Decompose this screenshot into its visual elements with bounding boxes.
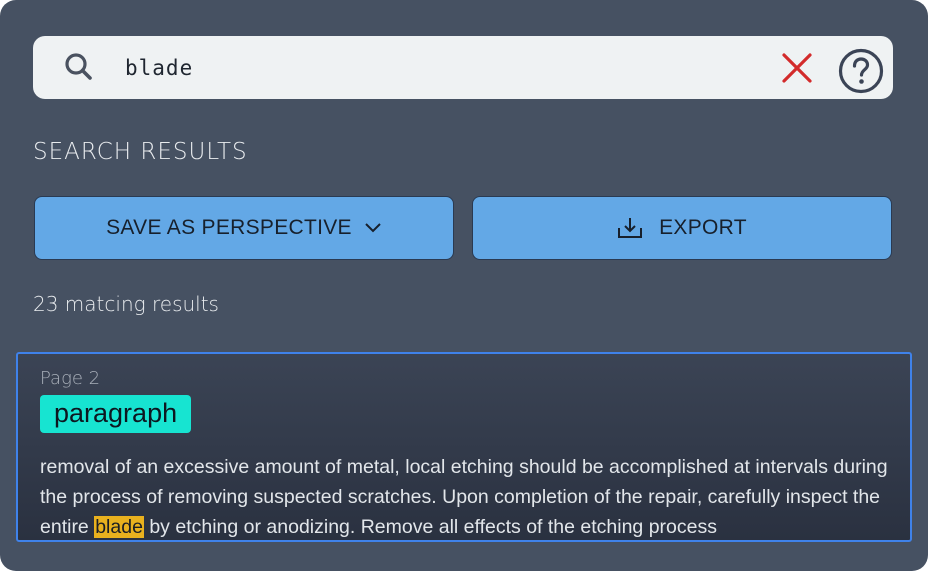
chevron-down-icon bbox=[365, 223, 381, 233]
search-bar bbox=[33, 36, 893, 99]
result-snippet: removal of an excessive amount of metal,… bbox=[40, 452, 890, 540]
result-type-tag: paragraph bbox=[40, 395, 192, 433]
help-icon[interactable] bbox=[838, 48, 884, 94]
search-icon[interactable] bbox=[64, 52, 94, 82]
download-icon bbox=[618, 218, 643, 238]
export-button[interactable]: EXPORT bbox=[472, 196, 892, 260]
search-term-highlight: blade bbox=[94, 516, 144, 538]
search-input[interactable] bbox=[125, 36, 685, 99]
clear-search-icon[interactable] bbox=[781, 52, 813, 84]
save-button-label: SAVE AS PERSPECTIVE bbox=[106, 216, 352, 239]
result-count: 23 matcing results bbox=[33, 292, 219, 316]
section-title: SEARCH RESULTS bbox=[33, 139, 248, 165]
export-button-label: EXPORT bbox=[659, 216, 747, 239]
save-as-perspective-button[interactable]: SAVE AS PERSPECTIVE bbox=[34, 196, 454, 260]
search-panel: SEARCH RESULTS SAVE AS PERSPECTIVE EXPOR… bbox=[0, 0, 928, 571]
snippet-text-after: by etching or anodizing. Remove all effe… bbox=[143, 516, 717, 538]
search-result-item[interactable]: Page 2 paragraph removal of an excessive… bbox=[16, 352, 912, 542]
result-page-label: Page 2 bbox=[40, 368, 101, 389]
